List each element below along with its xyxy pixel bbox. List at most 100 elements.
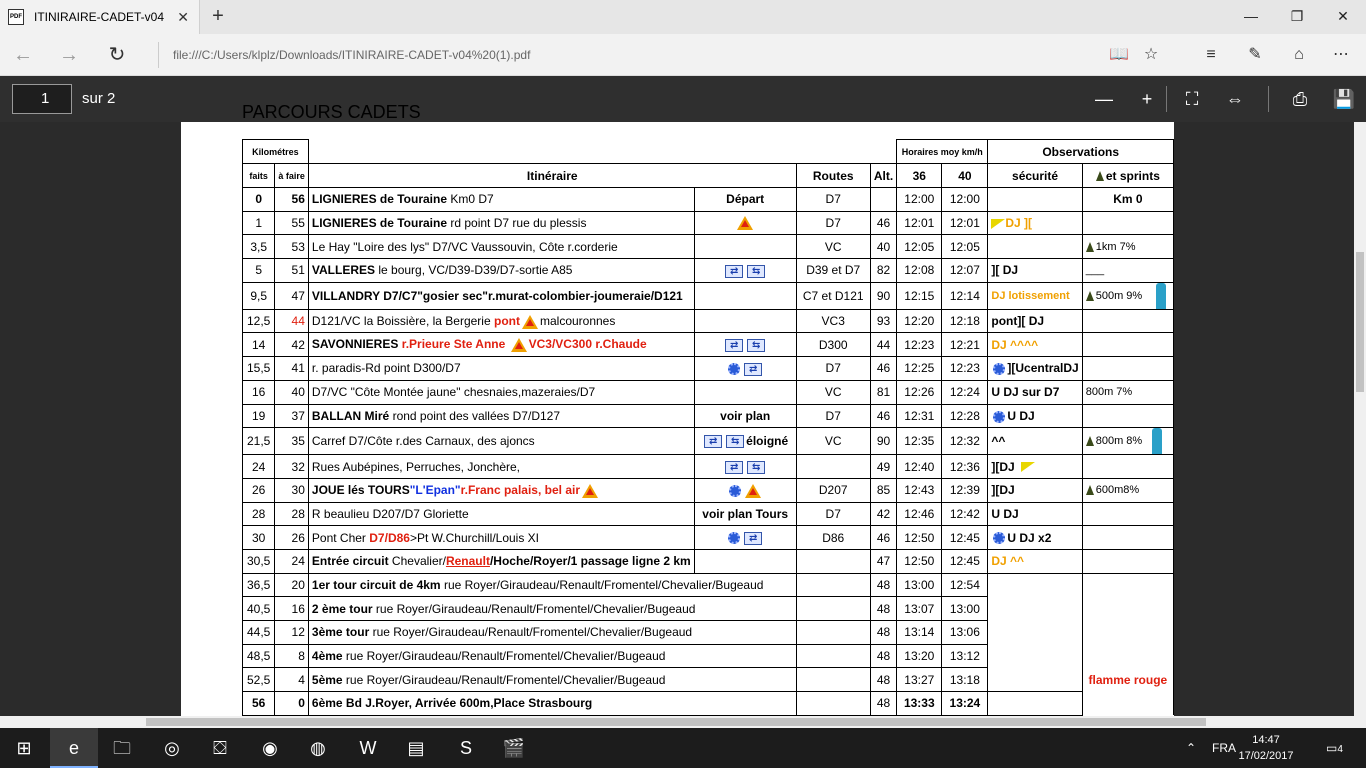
chrome-icon[interactable]: ◉ [246,728,294,768]
tab-close-icon[interactable]: ✕ [177,9,189,26]
table-row: 40,5 16 2 ème tour rue Royer/Giraudeau/Ren… [241,596,1175,621]
reading-view-icon[interactable]: 📖 [1104,42,1134,68]
word-icon[interactable]: W [344,728,392,768]
header-sprints: et sprints [1081,163,1175,188]
time-40-cell: 12:14 [941,281,989,310]
restore-icon[interactable]: ❐ [1274,0,1320,34]
security-cell [987,667,1083,692]
system-clock[interactable]: 14:47 17/02/2017 [1236,732,1296,764]
favorite-star-icon[interactable]: ☆ [1136,42,1166,68]
horizontal-scroll-thumb[interactable] [146,718,1206,726]
window-close-icon[interactable]: ✕ [1320,0,1366,34]
km-done-cell: 56 [241,691,276,716]
page-number-input[interactable]: 1 [12,84,72,114]
sprint-cell [1081,403,1175,429]
time-36-cell: 12:31 [896,403,943,429]
itinerary-text: Chevalier/ [388,554,446,569]
km-done-cell: 1 [241,210,276,236]
sprint-cell: ___ [1081,258,1175,283]
time-36-cell: 12:01 [896,210,943,236]
horizontal-scrollbar[interactable] [0,716,1366,728]
time-36-cell: 13:27 [896,667,943,693]
itinerary-cell: Le Hay "Loire des lys" D7/VC Vaussouvin,… [307,234,695,260]
file-explorer-icon[interactable]: 🗀 [98,728,146,768]
layout-icon[interactable]: ⇔ [1221,87,1249,111]
navigation-bar: ← → ↻ file:///C:/Users/klplz/Downloads/I… [0,34,1366,76]
firefox-icon[interactable]: ◍ [294,728,342,768]
time-40-cell: 12:28 [941,403,989,429]
itinerary-text: 2 ème tour [311,601,373,616]
itinerary-text: rue Royer/Giraudeau/Renault/Fromentel/Ch… [342,672,666,687]
skype-icon[interactable]: S [442,728,490,768]
sprint-cell [1081,620,1175,645]
share-icon[interactable]: ⌂ [1284,42,1314,68]
note-cell [693,281,797,310]
route-cell [795,620,871,645]
tower-icon [1152,428,1163,454]
tab-strip: PDF ITINIRAIRE-CADET-v04 ✕ + — ❐ ✕ [0,0,1366,34]
app-circle-icon[interactable]: ◎ [148,728,196,768]
notification-icon[interactable]: ▭4 [1326,728,1343,768]
route-cell: VC [795,427,871,456]
km-done-cell: 19 [241,403,276,429]
km-done-cell: 16 [241,379,276,405]
back-arrow-icon[interactable]: ← [8,42,38,68]
vertical-scroll-thumb[interactable] [1356,252,1364,392]
windows-start-icon[interactable]: ⊞ [0,728,48,768]
hub-icon[interactable]: ≡ [1196,42,1226,68]
km-left-cell: 55 [274,210,309,236]
winrar-icon[interactable]: ▤ [392,728,440,768]
tab-itinerary[interactable]: PDF ITINIRAIRE-CADET-v04 ✕ [0,0,200,34]
tray-chevron-icon[interactable]: ⌃ [1186,728,1196,768]
more-icon[interactable]: ⋯ [1326,42,1356,68]
vertical-scrollbar[interactable] [1354,122,1366,716]
km-left-cell: 35 [274,427,309,456]
itinerary-text: rd point D7 rue du plessis [447,216,587,231]
itinerary-cell: LIGNIERES de Touraine Km0 D7 [307,187,695,212]
itinerary-text: /Hoche/Royer/1 passage ligne 2 km [489,554,691,569]
altitude-cell: 93 [869,308,898,334]
forward-arrow-icon[interactable]: → [54,42,84,68]
km-done-cell: 28 [241,501,276,527]
sprint-cell: 600m8% [1081,477,1175,503]
security-cell [987,234,1083,260]
fit-page-icon[interactable]: ⛶ [1178,87,1206,111]
note-cell [693,308,797,334]
time-40-cell: 12:01 [941,210,989,236]
sprint-cell [1081,332,1175,358]
itinerary-text: >Pt W.Churchill/Louis XI [409,530,540,545]
km-left-cell: 42 [274,332,309,358]
km-done-cell: 24 [241,454,276,479]
refresh-icon[interactable]: ↻ [102,42,132,68]
flag-icon [991,218,1006,229]
itinerary-cell: Pont Cher D7/D86>Pt W.Churchill/Louis XI [307,525,695,550]
road-sign-icon: ⇄ [726,361,764,376]
zoom-out-icon[interactable]: — [1090,87,1118,111]
web-note-icon[interactable]: ✎ [1240,42,1270,68]
sprint-cell [1081,548,1175,574]
security-cell: ^^ [987,427,1083,456]
km-done-cell: 52,5 [241,667,276,693]
road-sign-icon: ⇄ ⇆ [723,338,767,352]
store-icon[interactable]: ⛋ [196,728,244,768]
minimize-icon[interactable]: — [1228,0,1274,34]
security-cell: U DJ [987,403,1083,429]
security-cell: pont][ DJ [987,308,1083,334]
new-tab-button[interactable]: + [206,4,230,28]
zoom-in-icon[interactable]: + [1133,87,1161,111]
save-icon[interactable]: 💾 [1330,87,1358,111]
sprint-cell [1081,644,1175,668]
itinerary-text: 4ème [311,649,343,664]
altitude-cell: 90 [869,281,898,310]
altitude-cell: 48 [869,691,898,716]
address-bar[interactable]: file:///C:/Users/klplz/Downloads/ITINIRA… [158,42,1098,68]
security-cell [987,187,1083,212]
print-icon[interactable]: ⎙ [1286,87,1314,111]
video-editor-icon[interactable]: 🎬 [490,728,538,768]
edge-browser-icon[interactable]: e [50,728,98,768]
itinerary-cell: Rues Aubépines, Perruches, Jonchère, [307,454,695,479]
language-indicator[interactable]: FRA [1212,728,1236,768]
altitude-cell: 40 [869,234,898,260]
km-left-cell: 8 [274,643,309,669]
time-36-cell: 12:23 [896,332,943,358]
